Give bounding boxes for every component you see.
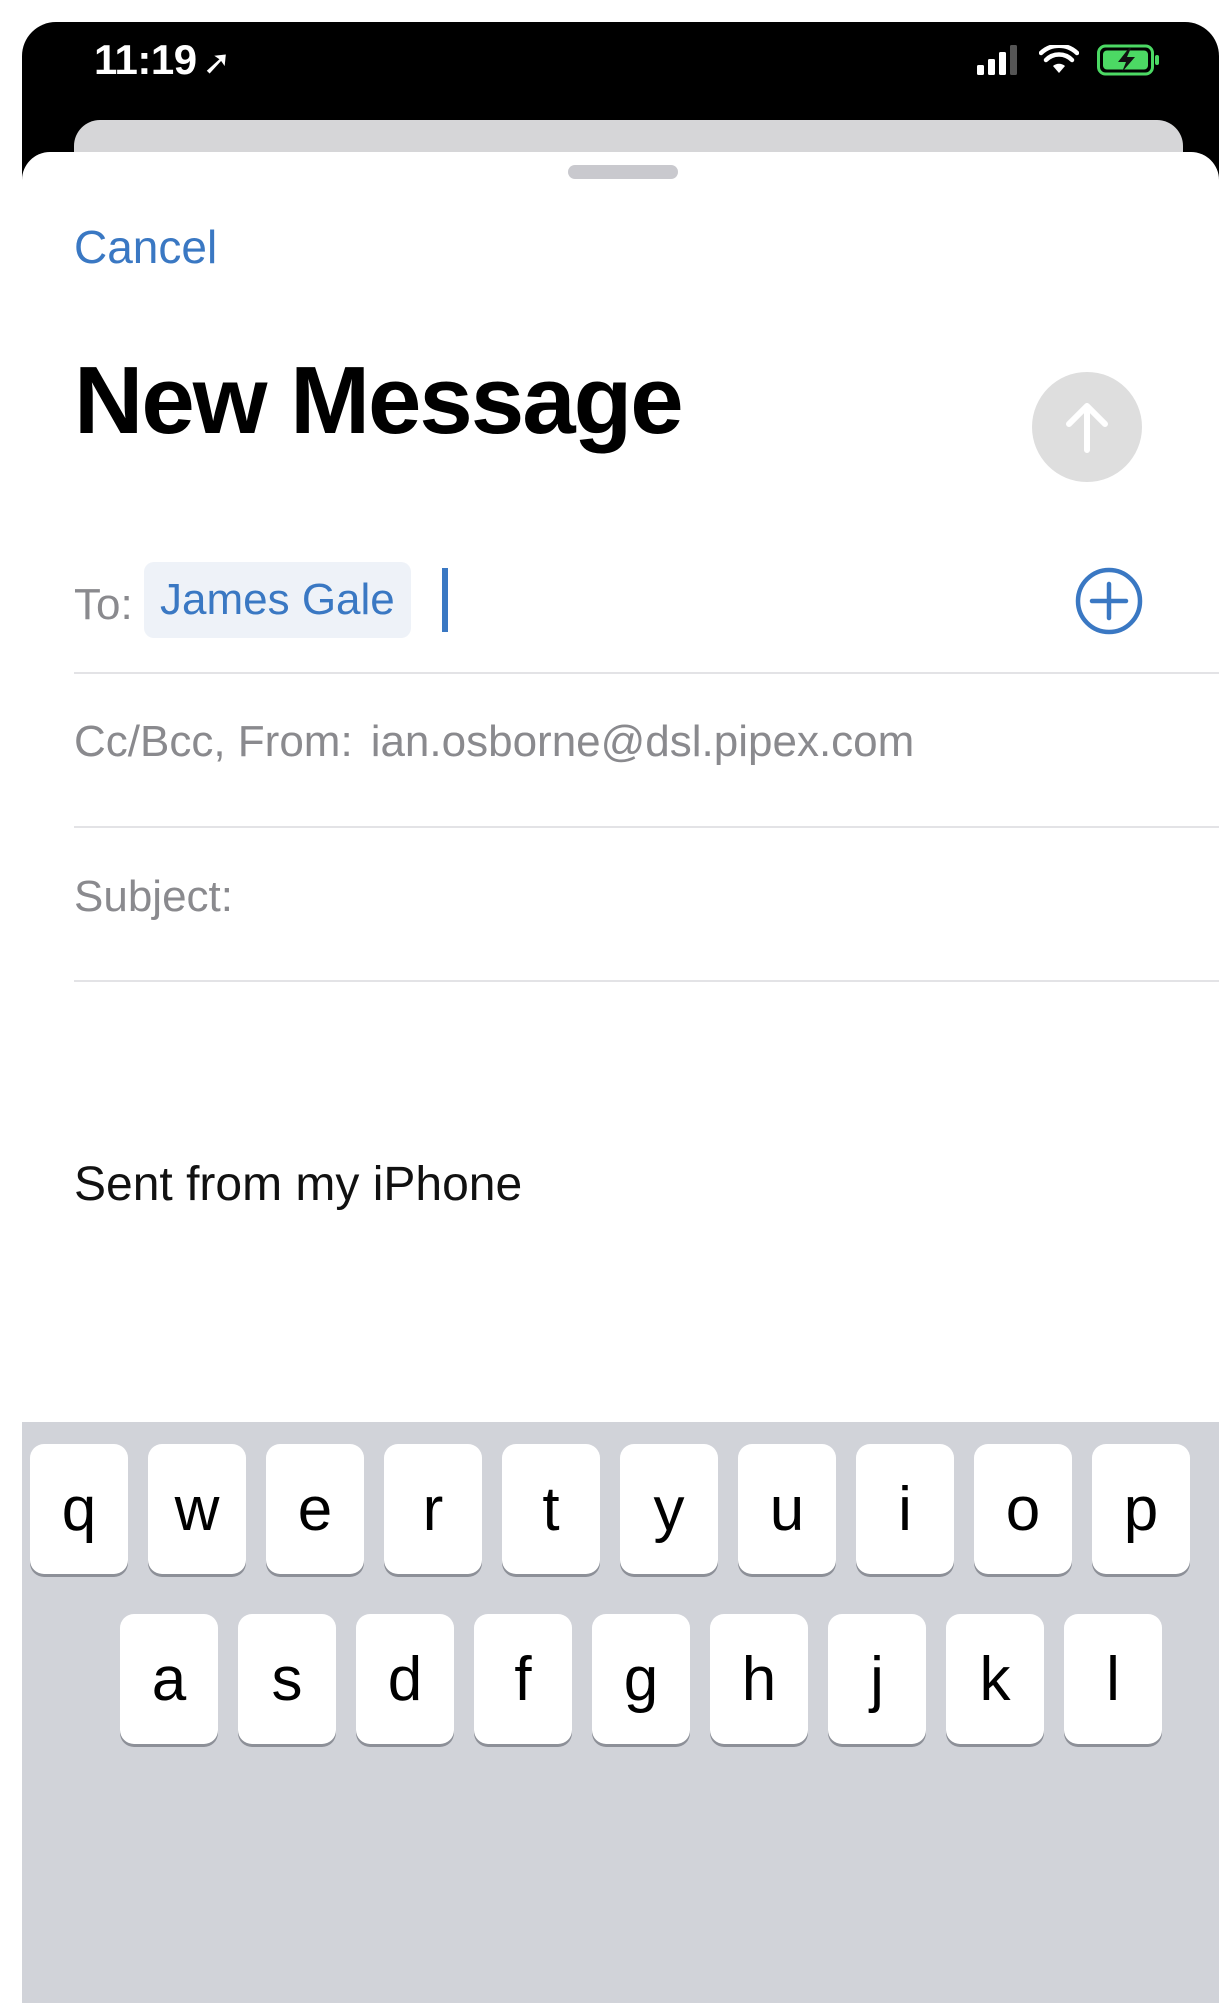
key-a[interactable]: a xyxy=(120,1614,218,1744)
phone-screen: 11:19 ➚ Cancel New Message To: James Gal… xyxy=(22,22,1219,2003)
key-q[interactable]: q xyxy=(30,1444,128,1574)
subject-field[interactable]: Subject: xyxy=(74,872,1219,942)
key-g[interactable]: g xyxy=(592,1614,690,1744)
text-cursor xyxy=(442,568,448,632)
wifi-icon xyxy=(1039,45,1079,73)
key-f[interactable]: f xyxy=(474,1614,572,1744)
plus-circle-icon[interactable] xyxy=(1070,562,1148,640)
time-label: 11:19 xyxy=(94,36,197,83)
send-button[interactable] xyxy=(1032,372,1142,482)
key-d[interactable]: d xyxy=(356,1614,454,1744)
status-time: 11:19 ➚ xyxy=(94,36,231,84)
key-p[interactable]: p xyxy=(1092,1444,1190,1574)
key-e[interactable]: e xyxy=(266,1444,364,1574)
battery-charging-icon xyxy=(1097,44,1159,76)
key-l[interactable]: l xyxy=(1064,1614,1162,1744)
key-h[interactable]: h xyxy=(710,1614,808,1744)
key-s[interactable]: s xyxy=(238,1614,336,1744)
cc-from-label: Cc/Bcc, From: xyxy=(74,717,353,766)
key-u[interactable]: u xyxy=(738,1444,836,1574)
to-label: To: xyxy=(74,580,133,629)
page-title: New Message xyxy=(74,347,684,454)
key-t[interactable]: t xyxy=(502,1444,600,1574)
key-w[interactable]: w xyxy=(148,1444,246,1574)
recipient-chip[interactable]: James Gale xyxy=(144,562,411,638)
divider xyxy=(74,826,1219,828)
key-r[interactable]: r xyxy=(384,1444,482,1574)
key-i[interactable]: i xyxy=(856,1444,954,1574)
status-icons xyxy=(977,40,1161,80)
cancel-button[interactable]: Cancel xyxy=(74,220,217,274)
cc-from-field[interactable]: Cc/Bcc, From: ian.osborne@dsl.pipex.com xyxy=(74,717,1219,787)
divider xyxy=(74,672,1219,674)
sheet-grabber[interactable] xyxy=(568,165,678,179)
email-signature[interactable]: Sent from my iPhone xyxy=(74,1157,522,1212)
to-field[interactable]: To: James Gale xyxy=(74,562,1219,658)
subject-label: Subject: xyxy=(74,872,233,921)
key-k[interactable]: k xyxy=(946,1614,1044,1744)
key-j[interactable]: j xyxy=(828,1614,926,1744)
location-arrow-icon: ➚ xyxy=(202,44,232,82)
from-email: ian.osborne@dsl.pipex.com xyxy=(370,717,915,766)
signal-bars-icon xyxy=(977,45,1017,75)
compose-sheet: Cancel New Message To: James Gale Cc/Bcc… xyxy=(22,152,1219,2003)
divider xyxy=(74,980,1219,982)
key-y[interactable]: y xyxy=(620,1444,718,1574)
arrow-up-icon xyxy=(1066,403,1108,453)
status-bar: 11:19 ➚ xyxy=(22,22,1219,117)
keyboard: qwertyuiop asdfghjkl xyxy=(22,1422,1219,2003)
key-o[interactable]: o xyxy=(974,1444,1072,1574)
